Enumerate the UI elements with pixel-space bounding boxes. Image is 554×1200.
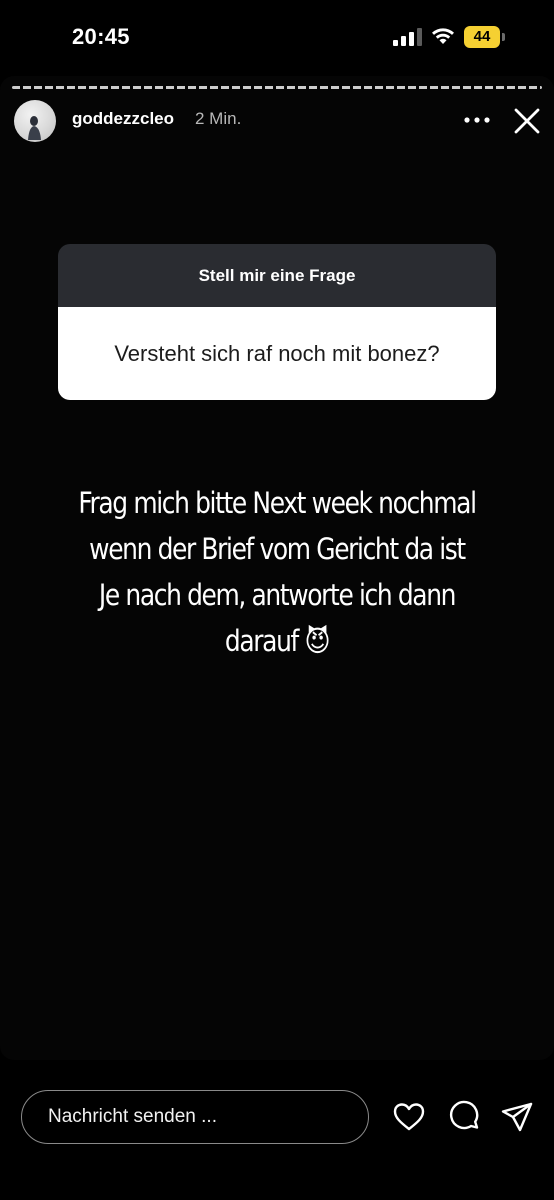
signal-icon [393, 28, 422, 46]
question-sticker[interactable]: Stell mir eine Frage Versteht sich raf n… [58, 244, 496, 400]
avatar-figure-icon [28, 116, 41, 140]
battery-level: 44 [464, 26, 500, 48]
more-icon[interactable] [462, 108, 492, 132]
story-view[interactable]: goddezzcleo 2 Min. Stell mir eine Frage … [0, 76, 554, 1060]
wifi-icon [432, 28, 454, 44]
question-sticker-title: Stell mir eine Frage [58, 244, 496, 307]
bottom-bar [0, 1060, 554, 1200]
story-header: goddezzcleo 2 Min. [0, 98, 554, 142]
comment-icon[interactable] [447, 1100, 481, 1134]
question-sticker-question: Versteht sich raf noch mit bonez? [58, 307, 496, 400]
status-time: 20:45 [72, 24, 130, 49]
story-timestamp: 2 Min. [195, 109, 242, 128]
heart-icon[interactable] [392, 1100, 426, 1134]
avatar[interactable] [14, 100, 56, 142]
story-reply-text: Frag mich bitte Next week nochmal wenn d… [78, 486, 477, 658]
share-icon[interactable] [500, 1100, 534, 1134]
message-input[interactable] [21, 1090, 369, 1144]
close-icon[interactable] [510, 104, 544, 138]
story-progress-bar [12, 86, 542, 89]
status-bar: 20:45 44 [0, 0, 554, 76]
username[interactable]: goddezzcleo [72, 109, 174, 129]
battery-icon: 44 [464, 26, 506, 48]
